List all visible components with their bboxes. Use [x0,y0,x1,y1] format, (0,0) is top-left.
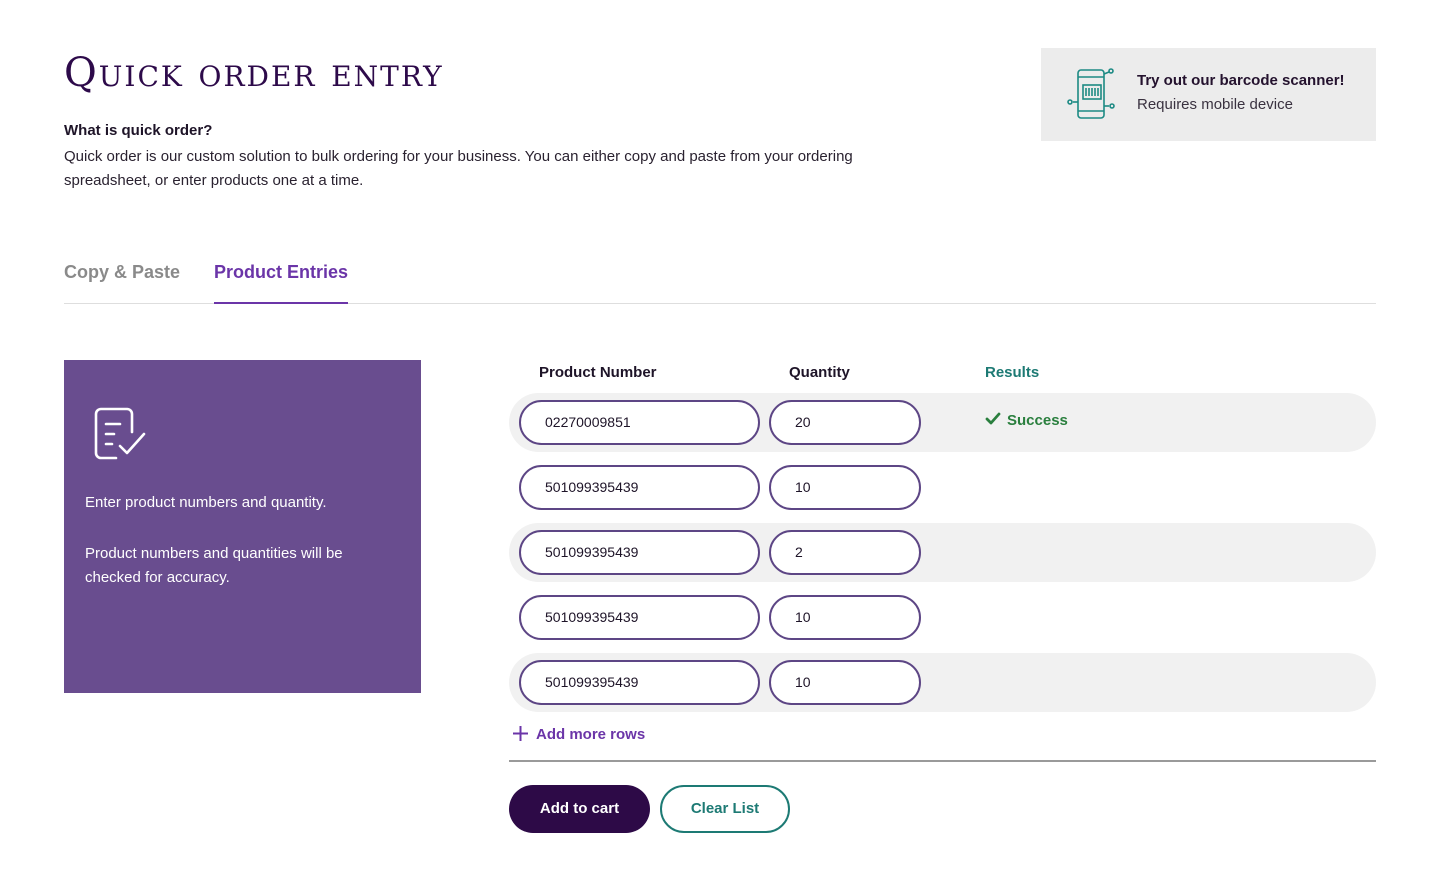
page-title: Quick order entry [64,50,444,96]
tab-bar: Copy & Paste Product Entries [64,262,1376,304]
barcode-scanner-banner[interactable]: Try out our barcode scanner! Requires mo… [1041,48,1376,141]
quantity-input[interactable]: 20 [769,400,921,445]
info-panel: Enter product numbers and quantity. Prod… [64,360,421,693]
table-row: 501099395439 10 [509,653,1376,712]
product-number-input[interactable]: 501099395439 [519,465,760,510]
column-header-results: Results [985,364,1040,381]
clear-list-button[interactable]: Clear List [660,785,790,833]
divider [509,760,1376,762]
scanner-subtitle: Requires mobile device [1137,96,1293,113]
checklist-document-icon [94,407,146,460]
barcode-phone-icon [1067,68,1115,119]
scanner-title: Try out our barcode scanner! [1137,72,1345,89]
quantity-input[interactable]: 2 [769,530,921,575]
intro-text: Quick order is our custom solution to bu… [64,148,853,189]
info-accuracy-note: Product numbers and quantities will be c… [85,545,343,586]
add-more-rows-button[interactable]: Add more rows [512,725,645,743]
column-header-quantity: Quantity [789,364,850,381]
result-text: Success [1007,412,1068,429]
column-header-product-number: Product Number [539,364,657,381]
add-more-rows-label: Add more rows [536,726,646,743]
result-status: Success [985,412,1068,429]
product-number-input[interactable]: 02270009851 [519,400,760,445]
table-row: 501099395439 10 [509,458,1376,517]
quantity-input[interactable]: 10 [769,595,921,640]
info-instruction: Enter product numbers and quantity. [85,494,327,511]
quantity-input[interactable]: 10 [769,465,921,510]
table-row: 501099395439 2 [509,523,1376,582]
intro-heading: What is quick order? [64,122,213,139]
quantity-input[interactable]: 10 [769,660,921,705]
table-row: 501099395439 10 [509,588,1376,647]
product-number-input[interactable]: 501099395439 [519,530,760,575]
checkmark-icon [985,412,1001,425]
tab-product-entries[interactable]: Product Entries [214,262,349,304]
product-number-input[interactable]: 501099395439 [519,660,760,705]
tab-copy-paste[interactable]: Copy & Paste [64,262,180,304]
table-row: 02270009851 20 Success [509,393,1376,452]
add-to-cart-button[interactable]: Add to cart [509,785,650,833]
plus-icon [513,726,528,741]
product-number-input[interactable]: 501099395439 [519,595,760,640]
